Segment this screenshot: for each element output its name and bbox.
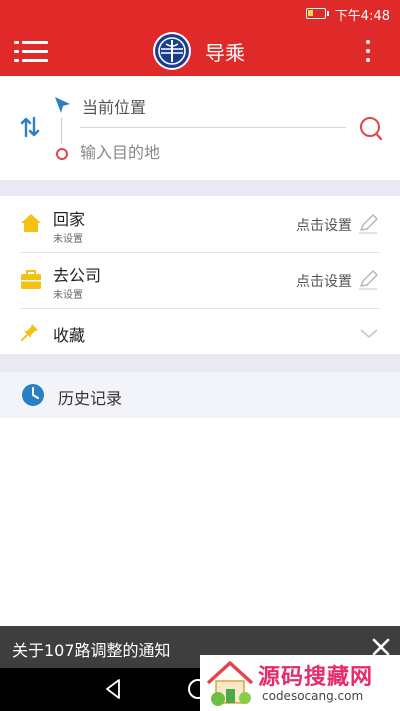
menu-icon xyxy=(14,41,19,44)
status-bar: 下午4:48 xyxy=(0,0,400,26)
chevron-down-icon[interactable] xyxy=(360,325,378,344)
history-label: 历史记录 xyxy=(58,389,123,408)
battery-icon xyxy=(306,8,329,19)
battery-level xyxy=(308,10,314,16)
swap-vertical-icon[interactable] xyxy=(20,116,40,142)
place-row-favorites[interactable]: 收藏 xyxy=(0,309,400,354)
watermark-url: codesocang.com xyxy=(262,689,364,703)
place-status: 未设置 xyxy=(53,290,83,301)
home-icon xyxy=(20,213,42,237)
pencil-icon[interactable] xyxy=(357,269,379,295)
app-bar: 导乘 xyxy=(0,26,400,76)
route-divider xyxy=(80,127,346,128)
history-header[interactable]: 历史记录 xyxy=(0,372,400,418)
pin-icon xyxy=(20,322,40,346)
notice-text[interactable]: 关于107路调整的通知 xyxy=(12,637,171,661)
set-company-link[interactable]: 点击设置 xyxy=(296,271,352,291)
place-label: 回家 xyxy=(53,210,86,229)
route-panel: 当前位置 xyxy=(0,76,400,180)
section-gap xyxy=(0,354,400,372)
clock-icon xyxy=(21,383,45,411)
more-vertical-icon xyxy=(366,40,370,44)
status-time: 下午4:48 xyxy=(334,9,390,24)
search-icon xyxy=(360,117,383,141)
place-status: 未设置 xyxy=(53,234,83,245)
watermark-title: 源码搜藏网 xyxy=(258,665,374,690)
section-gap xyxy=(0,180,400,196)
set-home-link[interactable]: 点击设置 xyxy=(296,215,352,235)
place-row-company[interactable]: 去公司 未设置 点击设置 xyxy=(0,253,400,309)
watermark: 源码搜藏网 codesocang.com xyxy=(200,655,400,711)
navigation-arrow-icon xyxy=(52,95,72,119)
search-button[interactable] xyxy=(358,115,384,147)
start-location[interactable]: 当前位置 xyxy=(82,94,146,118)
briefcase-icon xyxy=(20,270,42,294)
place-label: 收藏 xyxy=(53,326,86,345)
transit-logo-icon xyxy=(153,32,191,70)
destination-input[interactable] xyxy=(80,140,330,164)
more-options-button[interactable] xyxy=(358,38,378,64)
route-connector xyxy=(61,118,62,144)
destination-dot-icon xyxy=(56,148,68,160)
place-row-home[interactable]: 回家 未设置 点击设置 xyxy=(0,196,400,252)
menu-button[interactable] xyxy=(14,36,48,66)
pencil-icon[interactable] xyxy=(357,213,379,239)
back-icon[interactable] xyxy=(104,678,122,704)
house-logo-icon xyxy=(204,659,256,711)
app-title: 导乘 xyxy=(205,41,245,65)
place-label: 去公司 xyxy=(53,266,102,285)
